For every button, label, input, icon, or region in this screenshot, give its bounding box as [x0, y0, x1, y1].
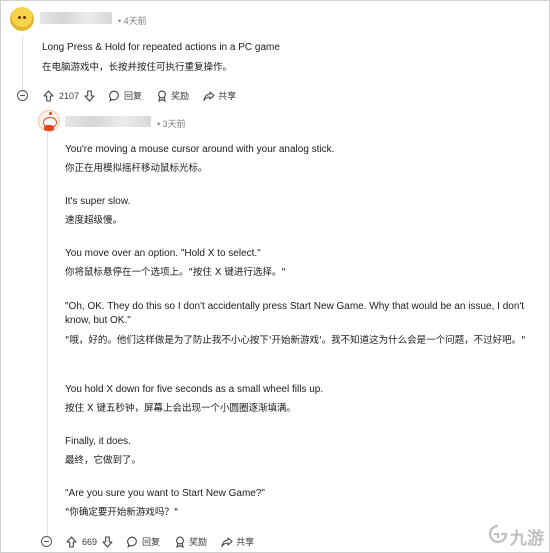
watermark: 九游: [488, 524, 544, 549]
reply-label: 回复: [124, 91, 143, 101]
vote-count: 2107: [59, 90, 80, 101]
reply-action-bar: 669 回复 奖励 共享: [66, 535, 268, 548]
comment-bubble-icon: [127, 536, 139, 548]
reply-paragraph-cn: 按住 X 键五秒钟，屏幕上会出现一个小圆圈逐渐填满。: [65, 403, 297, 414]
reply-paragraph-cn: 最终，它做到了。: [65, 455, 142, 466]
award-button[interactable]: 奖励: [174, 535, 207, 548]
share-label: 共享: [218, 91, 237, 101]
comment-bubble-icon: [109, 90, 121, 102]
comment-text-cn: 在电脑游戏中，长按并按住可执行重复操作。: [42, 62, 233, 73]
reply-label: 回复: [142, 537, 161, 547]
reply-paragraph-cn: "你确定要开始新游戏吗？": [65, 507, 179, 518]
comment-timestamp: • 4天前: [118, 16, 147, 26]
reply-avatar[interactable]: [38, 110, 60, 132]
collapse-minus-icon[interactable]: [17, 90, 28, 101]
reply-paragraph-cn: "哦，好的。他们这样做是为了防止我不小心按下'开始新游戏'。我不知道这为什么会是…: [65, 335, 526, 346]
reply-username-redacted[interactable]: [65, 116, 151, 127]
share-button[interactable]: 共享: [221, 535, 254, 548]
thread-line[interactable]: [22, 36, 23, 96]
vote-group: 669: [66, 535, 113, 548]
user-avatar[interactable]: [10, 7, 34, 31]
collapse-minus-icon[interactable]: [41, 536, 52, 547]
award-button[interactable]: 奖励: [156, 89, 189, 102]
reply-paragraph-en: Finally, it does.: [65, 436, 131, 447]
reply-button[interactable]: 回复: [127, 535, 160, 548]
reply-paragraph-en: You move over an option. "Hold X to sele…: [65, 248, 261, 259]
reply-paragraph-cn: 你将鼠标悬停在一个选项上。"按住 X 键进行选择。": [65, 267, 286, 278]
award-icon: [156, 90, 168, 102]
award-icon: [174, 536, 186, 548]
arrow-up-icon[interactable]: [66, 535, 77, 548]
watermark-logo-icon: [488, 524, 508, 549]
share-button[interactable]: 共享: [203, 89, 236, 102]
share-icon: [203, 90, 215, 102]
reply-button[interactable]: 回复: [109, 89, 142, 102]
arrow-down-icon[interactable]: [102, 535, 113, 548]
share-label: 共享: [236, 537, 255, 547]
watermark-text: 九游: [510, 529, 544, 549]
username-redacted[interactable]: [40, 12, 112, 24]
vote-group: 2107: [43, 89, 95, 102]
vote-count: 669: [82, 536, 98, 547]
reply-paragraph-en: You're moving a mouse cursor around with…: [65, 144, 335, 155]
reply-paragraph-cn: 你正在用模拟摇杆移动鼠标光标。: [65, 163, 208, 174]
comment-text-en: Long Press & Hold for repeated actions i…: [42, 42, 280, 53]
reply-timestamp: • 3天前: [157, 119, 186, 129]
reply-paragraph-en: You hold X down for five seconds as a sm…: [65, 384, 324, 395]
reply-paragraph-en: It's super slow.: [65, 196, 131, 207]
reply-paragraph-en: "Oh, OK. They do this so I don't acciden…: [65, 301, 525, 326]
arrow-down-icon[interactable]: [84, 89, 95, 102]
arrow-up-icon[interactable]: [43, 89, 54, 102]
reply-paragraph-en: "Are you sure you want to Start New Game…: [65, 488, 265, 499]
award-label: 奖励: [189, 537, 208, 547]
reply-paragraph-cn: 速度超级慢。: [65, 215, 123, 226]
share-icon: [221, 536, 233, 548]
comment-action-bar: 2107 回复 奖励 共享: [43, 89, 250, 102]
reply-thread-line[interactable]: [47, 133, 48, 538]
award-label: 奖励: [171, 91, 190, 101]
